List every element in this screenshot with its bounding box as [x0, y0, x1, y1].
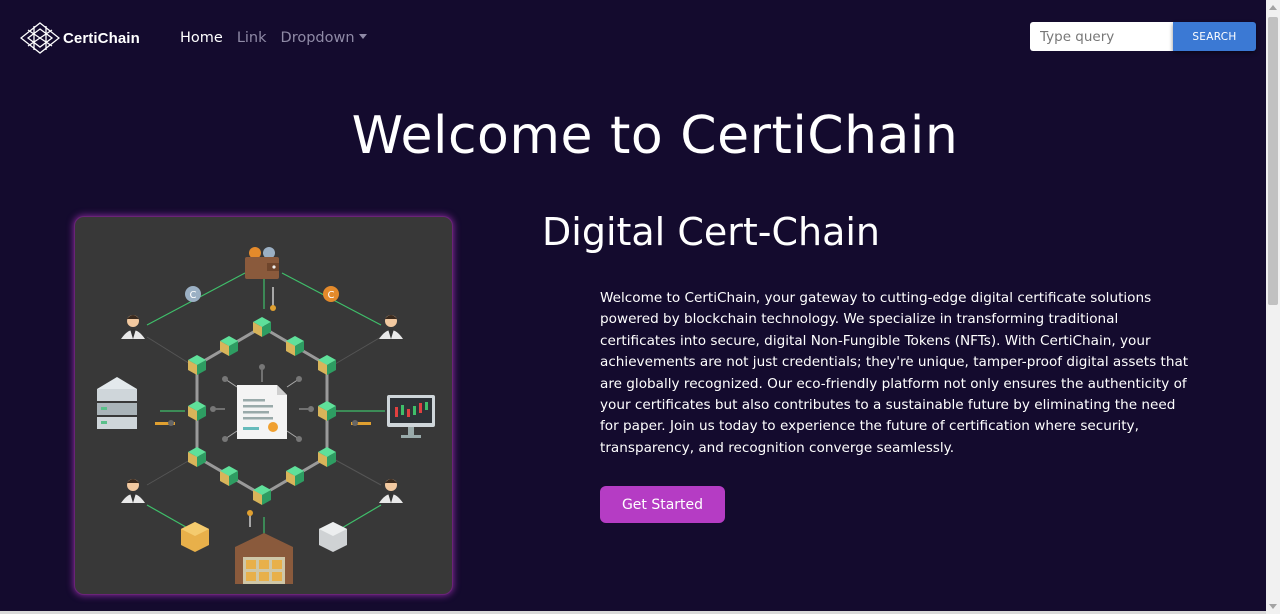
user-icon	[121, 479, 145, 503]
caret-down-icon	[358, 34, 367, 39]
server-icon	[97, 377, 175, 429]
svg-text:C: C	[328, 290, 335, 301]
chain-block-icon	[188, 401, 206, 421]
wallet-icon	[245, 247, 279, 311]
scroll-down-arrow-icon[interactable]	[1269, 604, 1277, 609]
chain-block-icon	[318, 447, 336, 467]
chain-block-icon	[220, 466, 238, 486]
user-icon	[379, 479, 403, 503]
brand-name: CertiChain	[63, 29, 140, 47]
get-started-button[interactable]: Get Started	[600, 486, 725, 523]
chain-block-icon	[318, 401, 336, 421]
chain-block-icon	[188, 355, 206, 375]
blockchain-network-illustration: C C	[75, 217, 452, 594]
lattice-logo-icon	[20, 22, 60, 54]
blockchain-network-graphic: C C	[97, 247, 435, 584]
scroll-up-arrow-icon[interactable]	[1269, 5, 1277, 10]
chart-monitor-icon	[351, 395, 435, 438]
nav-link-home[interactable]: Home	[180, 30, 223, 46]
nav-dropdown[interactable]: Dropdown	[281, 30, 367, 46]
intro-paragraph: Welcome to CertiChain, your gateway to c…	[600, 290, 1189, 456]
chain-block-icon	[188, 447, 206, 467]
scroll-thumb[interactable]	[1268, 17, 1278, 305]
svg-text:C: C	[190, 290, 197, 301]
chain-block-icon	[286, 466, 304, 486]
chain-block-icon	[253, 485, 271, 505]
chain-block-icon	[286, 336, 304, 356]
coin-icons: C C	[185, 286, 339, 302]
user-icon	[379, 315, 403, 339]
section-title: Digital Cert-Chain	[542, 210, 881, 254]
search-button[interactable]: SEARCH	[1173, 22, 1256, 51]
search-form: SEARCH	[1030, 22, 1256, 51]
nav-link-link[interactable]: Link	[237, 30, 267, 46]
chain-block-icon	[253, 317, 271, 337]
certificate-document-icon	[210, 364, 314, 442]
chain-block-icon	[220, 336, 238, 356]
nav-links: Home Link Dropdown	[180, 30, 381, 46]
search-input[interactable]	[1030, 22, 1173, 51]
navbar: CertiChain Home Link Dropdown SEARCH	[0, 0, 1266, 80]
chain-block-icon	[318, 355, 336, 375]
nav-dropdown-label: Dropdown	[280, 30, 355, 46]
user-icon	[121, 315, 145, 339]
vertical-scrollbar[interactable]	[1266, 0, 1280, 614]
brand-link[interactable]: CertiChain	[20, 22, 140, 54]
page-title: Welcome to CertiChain	[351, 106, 959, 166]
